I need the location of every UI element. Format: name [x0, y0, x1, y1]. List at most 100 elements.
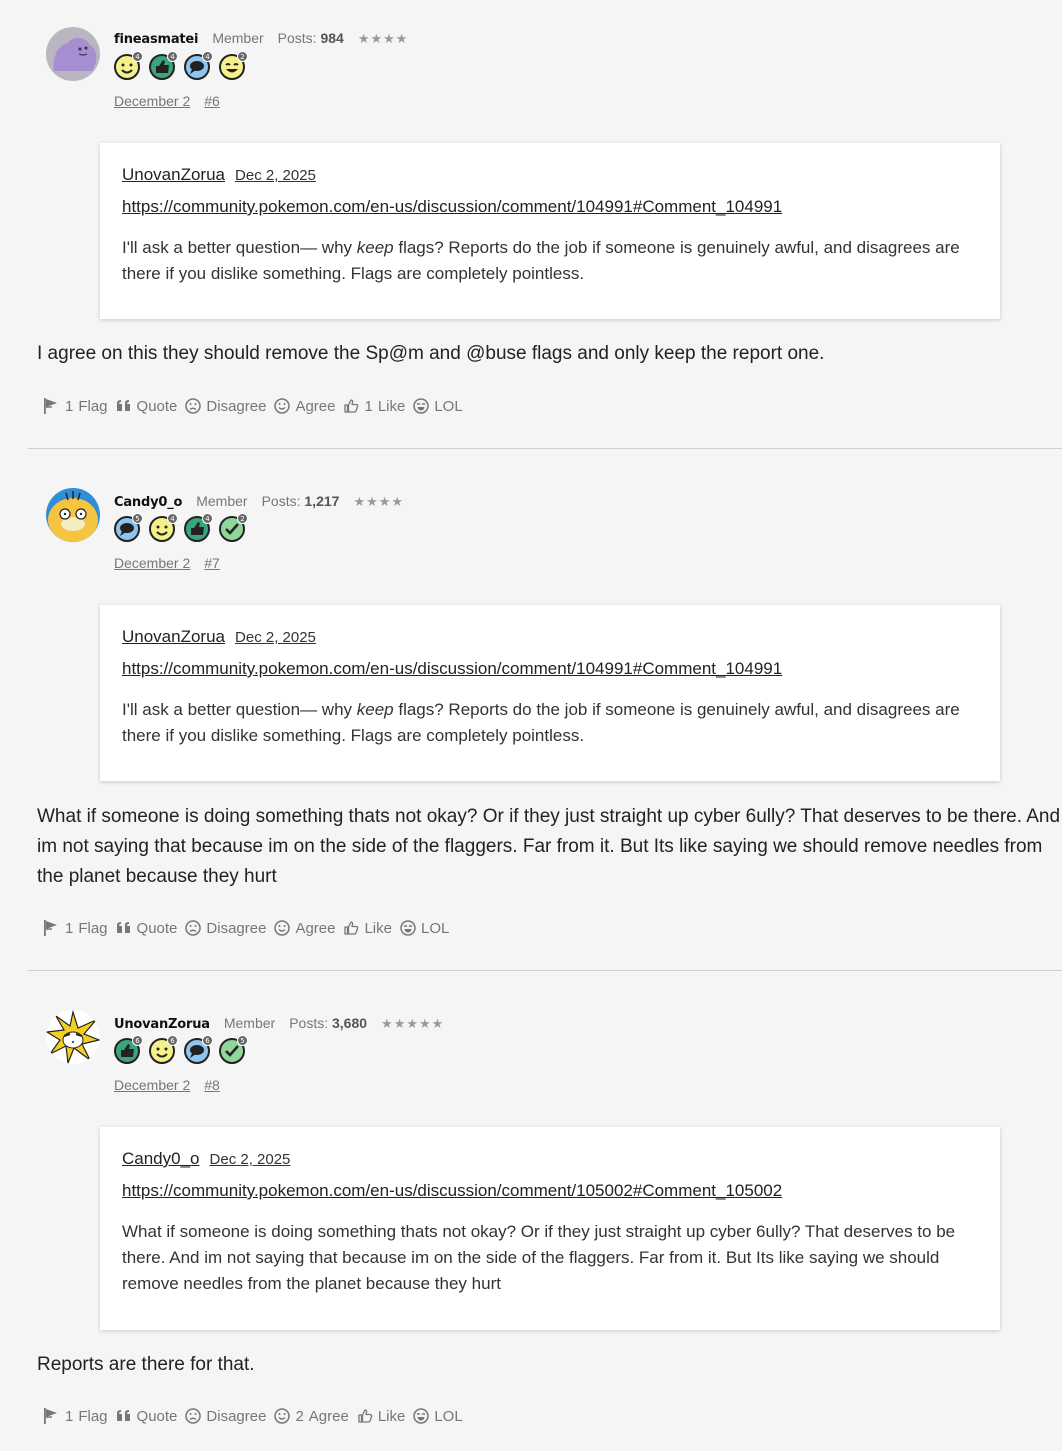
- flag-button[interactable]: 1 Flag: [42, 397, 108, 415]
- smiley-badge-icon[interactable]: 4: [149, 513, 178, 542]
- flag-icon: [44, 1408, 57, 1424]
- username[interactable]: fineasmatei: [114, 32, 199, 47]
- badge-count: 4: [202, 513, 213, 524]
- quote-button[interactable]: Quote: [116, 920, 177, 937]
- lol-label: LOL: [434, 1407, 463, 1425]
- post-permalink[interactable]: #7: [204, 555, 220, 571]
- flag-icon: [44, 920, 57, 936]
- like-label: Like: [364, 919, 392, 937]
- agree-button[interactable]: Agree: [274, 920, 335, 937]
- disagree-button[interactable]: Disagree: [185, 398, 266, 415]
- badge-row: 6 6 6 5: [114, 1035, 248, 1064]
- badge-count: 2: [237, 513, 248, 524]
- flag-button[interactable]: 1 Flag: [42, 1407, 108, 1425]
- quote-author-link[interactable]: UnovanZorua: [122, 165, 225, 184]
- reaction-bar: 1 Flag Quote Disagree Agree 1 Like LOL: [42, 397, 471, 415]
- post-dateline: December 2 #6: [114, 93, 234, 109]
- disagree-label: Disagree: [206, 397, 267, 415]
- quote-text: I'll ask a better question— why keep fla…: [122, 235, 978, 287]
- disagree-button[interactable]: Disagree: [185, 1408, 266, 1425]
- lol-label: LOL: [434, 397, 463, 415]
- quote-label: Quote: [136, 1407, 178, 1425]
- post-divider: [28, 970, 1062, 971]
- badge-row: 4 4 4 2: [114, 51, 248, 80]
- disagree-button[interactable]: Disagree: [185, 920, 266, 937]
- badge-count: 2: [237, 51, 248, 62]
- quote-header: UnovanZorua Dec 2, 2025: [122, 627, 978, 647]
- quote-date-link[interactable]: Dec 2, 2025: [210, 1151, 291, 1168]
- quote-date-link[interactable]: Dec 2, 2025: [235, 629, 316, 646]
- agree-button[interactable]: Agree: [274, 398, 335, 415]
- quote-text-part: I'll ask a better question— why: [122, 700, 357, 719]
- smiley-badge-icon[interactable]: 6: [149, 1035, 178, 1064]
- quote-author-link[interactable]: Candy0_o: [122, 1149, 200, 1168]
- laugh-badge-icon[interactable]: 2: [219, 51, 248, 80]
- badge-count: 4: [132, 51, 143, 62]
- username[interactable]: Candy0_o: [114, 495, 182, 510]
- quote-button[interactable]: Quote: [116, 1407, 178, 1425]
- post-count: Posts: 1,217: [262, 493, 340, 509]
- quote-author-link[interactable]: UnovanZorua: [122, 627, 225, 646]
- agree-label: Agree: [295, 397, 336, 415]
- badge-count: 6: [132, 1035, 143, 1046]
- post-permalink[interactable]: #6: [204, 93, 220, 109]
- disagree-label: Disagree: [206, 1407, 267, 1425]
- thumbs-up-badge-icon[interactable]: 6: [114, 1035, 143, 1064]
- rank-stars: ★★★★: [357, 31, 409, 46]
- post-date-link[interactable]: December 2: [114, 1077, 190, 1093]
- lol-button[interactable]: LOL: [413, 397, 463, 415]
- quote-source-link[interactable]: https://community.pokemon.com/en-us/disc…: [122, 659, 978, 679]
- post-count-value: 3,680: [332, 1015, 368, 1031]
- thumbs-up-badge-icon[interactable]: 4: [149, 51, 178, 80]
- quote-source-link[interactable]: https://community.pokemon.com/en-us/disc…: [122, 1181, 978, 1201]
- post-divider: [28, 448, 1062, 449]
- flag-label: Flag: [78, 919, 108, 937]
- rank-stars: ★★★★: [353, 494, 405, 509]
- frown-icon: [185, 1408, 202, 1424]
- frown-icon: [185, 920, 202, 936]
- post-body: What if someone is doing something thats…: [37, 806, 1061, 887]
- like-button[interactable]: Like: [343, 920, 392, 937]
- flag-label: Flag: [78, 397, 108, 415]
- comment-badge-icon[interactable]: 6: [184, 1035, 213, 1064]
- quote-text-emphasis: keep: [356, 238, 394, 257]
- avatar-unovanzorua[interactable]: [46, 1010, 100, 1064]
- check-badge-icon[interactable]: 2: [219, 513, 248, 542]
- flag-count: 1: [65, 1407, 74, 1425]
- post-permalink[interactable]: #8: [204, 1077, 220, 1093]
- comment-badge-icon[interactable]: 5: [114, 513, 143, 542]
- quote-label: Quote: [136, 397, 178, 415]
- badge-row: 5 4 4 2: [114, 513, 248, 542]
- check-badge-icon[interactable]: 5: [219, 1035, 248, 1064]
- avatar-fineasmatei[interactable]: [46, 27, 100, 81]
- user-role: Member: [212, 30, 264, 46]
- avatar-candy0-o[interactable]: [46, 488, 100, 542]
- post-date-link[interactable]: December 2: [114, 93, 190, 109]
- quote-source-link[interactable]: https://community.pokemon.com/en-us/disc…: [122, 197, 978, 217]
- smile-icon: [274, 398, 291, 414]
- post-dateline: December 2 #7: [114, 555, 234, 571]
- badge-count: 4: [202, 51, 213, 62]
- flag-button[interactable]: 1 Flag: [42, 919, 108, 937]
- quote-text-emphasis: keep: [356, 700, 394, 719]
- thumbs-up-icon: [344, 399, 359, 413]
- quote-block: UnovanZorua Dec 2, 2025 https://community…: [100, 143, 1000, 319]
- agree-button[interactable]: 2 Agree: [274, 1407, 349, 1425]
- comment-badge-icon[interactable]: 4: [184, 51, 213, 80]
- post-date-link[interactable]: December 2: [114, 555, 190, 571]
- quote-button[interactable]: Quote: [116, 397, 178, 415]
- lol-button[interactable]: LOL: [413, 1407, 463, 1425]
- smiley-badge-icon[interactable]: 4: [114, 51, 143, 80]
- flag-count: 1: [65, 919, 74, 937]
- quote-date-link[interactable]: Dec 2, 2025: [235, 167, 316, 184]
- laugh-icon: [400, 920, 416, 936]
- like-button[interactable]: 1 Like: [343, 398, 405, 415]
- username[interactable]: UnovanZorua: [114, 1017, 210, 1032]
- smile-icon: [274, 920, 291, 936]
- flag-icon: [44, 398, 57, 414]
- agree-label: Agree: [308, 1407, 349, 1425]
- badge-count: 5: [132, 513, 143, 524]
- lol-button[interactable]: LOL: [400, 920, 449, 937]
- thumbs-up-badge-icon[interactable]: 4: [184, 513, 213, 542]
- like-button[interactable]: Like: [357, 1408, 405, 1425]
